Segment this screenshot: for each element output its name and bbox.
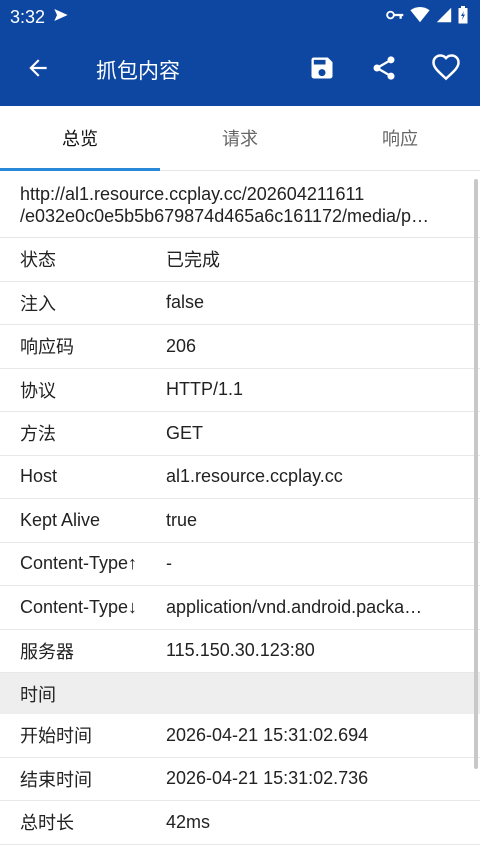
page-title: 抓包内容: [96, 59, 180, 83]
row-start-time[interactable]: 开始时间 2026-04-21 15:31:02.694: [0, 714, 480, 758]
row-value: GET: [166, 422, 204, 443]
section-header-time: 时间: [0, 673, 480, 714]
row-value: 2026-04-21 15:31:02.694: [166, 724, 369, 745]
share-icon: [370, 54, 398, 86]
battery-icon: [458, 5, 468, 29]
back-arrow-icon: [25, 55, 51, 85]
row-value: false: [166, 292, 205, 313]
row-key: 开始时间: [20, 726, 92, 747]
row-key: Content-Type↓: [20, 596, 138, 617]
request-url[interactable]: http://al1.resource.ccplay.cc/2026042116…: [0, 171, 480, 238]
save-button[interactable]: [302, 50, 342, 90]
row-kept-alive[interactable]: Kept Alive true: [0, 499, 480, 543]
row-key: 总时长: [20, 813, 74, 834]
row-value: true: [166, 509, 198, 530]
row-duration[interactable]: 总时长 42ms: [0, 801, 480, 845]
row-key: Kept Alive: [20, 509, 101, 530]
share-button[interactable]: [364, 50, 404, 90]
tab-bar: 总览 请求 响应: [0, 106, 480, 171]
row-value: application/vnd.android.packa…: [166, 596, 423, 617]
signal-icon: [436, 7, 452, 28]
row-key: 状态: [20, 250, 56, 271]
row-key: 注入: [20, 293, 56, 314]
row-value: -: [166, 553, 172, 574]
row-content-type-response[interactable]: Content-Type↓ application/vnd.android.pa…: [0, 586, 480, 630]
row-key: 响应码: [20, 337, 74, 358]
row-key: 方法: [20, 424, 56, 445]
row-value: 已完成: [166, 250, 220, 271]
row-status[interactable]: 状态 已完成: [0, 238, 480, 282]
heart-icon: [431, 53, 461, 87]
row-server[interactable]: 服务器 115.150.30.123:80: [0, 630, 480, 673]
row-content-type-request[interactable]: Content-Type↑ -: [0, 543, 480, 586]
tab-request[interactable]: 请求: [160, 106, 320, 170]
row-value: HTTP/1.1: [166, 379, 244, 400]
save-icon: [308, 54, 336, 86]
favorite-button[interactable]: [426, 50, 466, 90]
row-value: 115.150.30.123:80: [166, 640, 315, 661]
row-value: al1.resource.ccplay.cc: [166, 466, 343, 487]
row-key: Host: [20, 466, 58, 487]
row-host[interactable]: Host al1.resource.ccplay.cc: [0, 456, 480, 499]
status-time: 3:32: [10, 6, 46, 27]
row-response-code[interactable]: 响应码 206: [0, 325, 480, 369]
row-key: 协议: [20, 380, 56, 401]
url-line-2: /e032e0c0e5b5b679874d465a6c161172/media/…: [20, 206, 430, 226]
row-end-time[interactable]: 结束时间 2026-04-21 15:31:02.736: [0, 758, 480, 801]
row-key: Content-Type↑: [20, 553, 138, 574]
tab-response[interactable]: 响应: [320, 106, 480, 170]
send-icon: [53, 7, 69, 28]
app-bar: 抓包内容: [0, 34, 480, 106]
back-button[interactable]: [20, 52, 56, 88]
row-method[interactable]: 方法 GET: [0, 412, 480, 456]
row-key: 服务器: [20, 641, 74, 662]
url-line-1: http://al1.resource.ccplay.cc/2026042116…: [20, 184, 365, 204]
status-bar: 3:32: [0, 0, 480, 34]
vpn-key-icon: [386, 8, 404, 26]
tab-overview[interactable]: 总览: [0, 106, 160, 171]
row-value: 2026-04-21 15:31:02.736: [166, 768, 369, 789]
scrollbar[interactable]: [474, 179, 478, 769]
row-value: 42ms: [166, 811, 211, 832]
row-value: 206: [166, 335, 197, 356]
row-protocol[interactable]: 协议 HTTP/1.1: [0, 369, 480, 412]
row-key: 结束时间: [20, 769, 92, 790]
overview-panel: http://al1.resource.ccplay.cc/2026042116…: [0, 171, 480, 853]
wifi-icon: [410, 6, 430, 28]
row-injected[interactable]: 注入 false: [0, 282, 480, 325]
